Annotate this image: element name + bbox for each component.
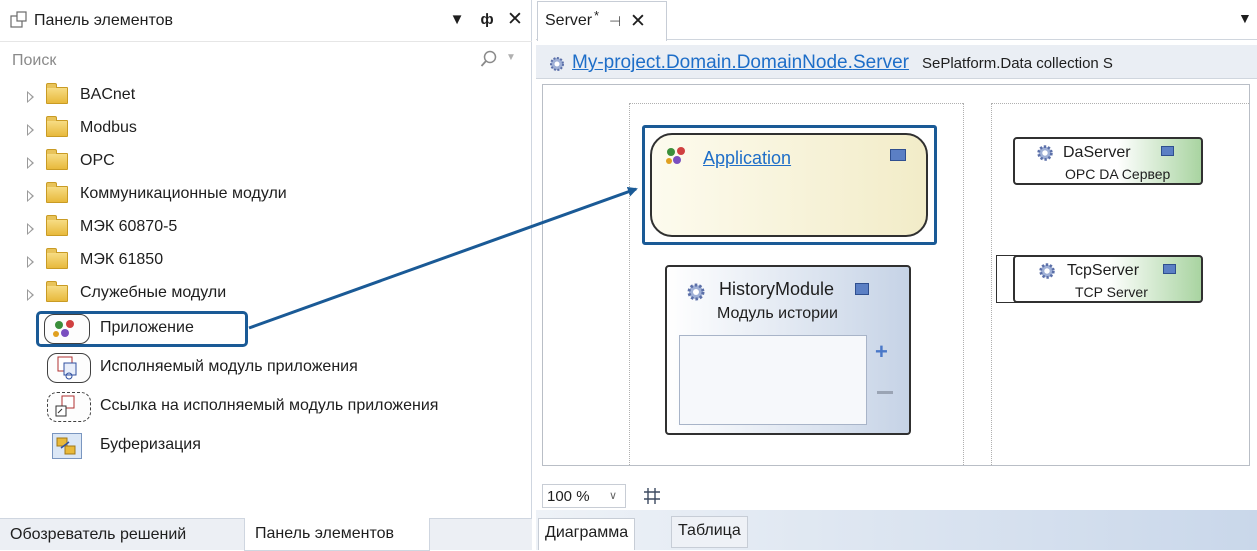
drag-arrow-overlay <box>248 186 638 330</box>
drag-arrow <box>248 186 638 330</box>
